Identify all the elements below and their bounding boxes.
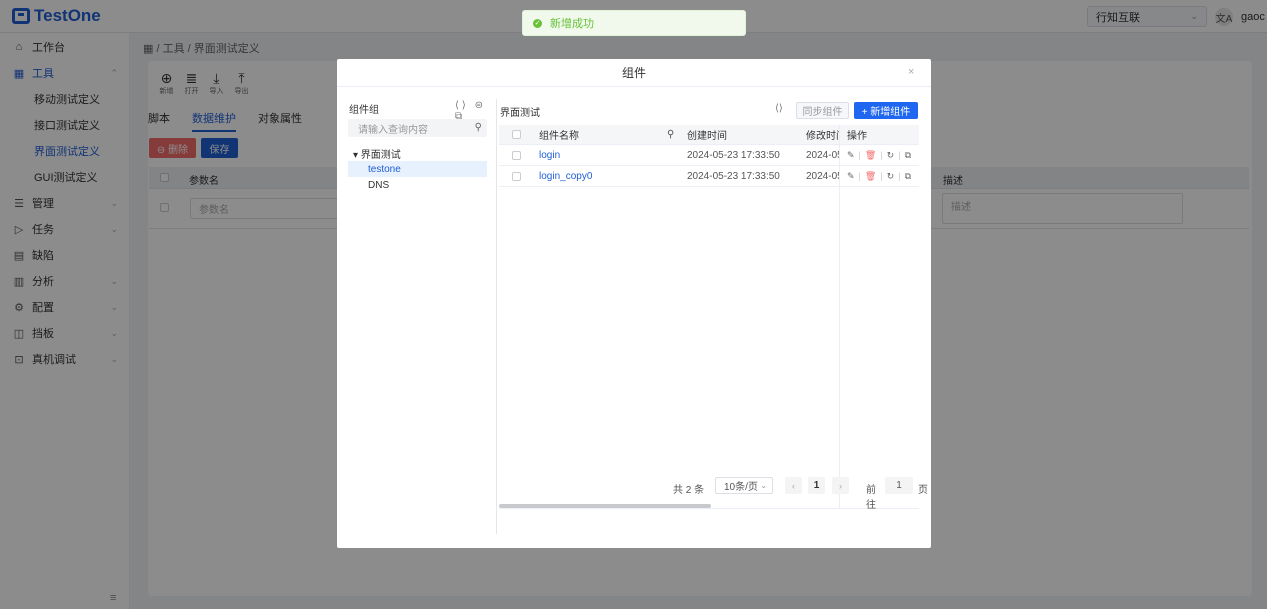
column-header-created: 创建时间: [687, 131, 727, 142]
delete-icon[interactable]: 🗑: [865, 150, 876, 161]
goto-label: 前往: [866, 485, 876, 511]
search-icon[interactable]: ⚲: [667, 125, 674, 144]
separator: |: [880, 150, 883, 160]
check-circle-icon: ✓: [533, 18, 542, 28]
row-checkbox[interactable]: [512, 145, 521, 165]
total-count: 共 2 条: [673, 485, 705, 496]
component-group-pane: 组件组 ⟨⟩ ⊜ ⧉ 请输入查询内容 ⚲ ▾ 界面测试 testone DNS: [347, 99, 497, 534]
horizontal-scrollbar[interactable]: [499, 504, 711, 508]
column-header-ops: 操作: [847, 131, 867, 142]
copy-icon[interactable]: ⧉: [905, 150, 911, 161]
page-suffix: 页: [918, 485, 928, 496]
separator: |: [858, 171, 861, 181]
component-group-title: 组件组: [349, 105, 379, 116]
component-list-pane: 界面测试 ⟨⟩ 同步组件 + 新增组件 组件名称 ⚲ 创建时间 修改时间 操作 …: [499, 99, 919, 534]
row-actions: ✎ | 🗑 | ↻ | ⧉: [847, 145, 911, 165]
component-dialog: 组件 × 组件组 ⟨⟩ ⊜ ⧉ 请输入查询内容 ⚲ ▾ 界面测试 testone…: [337, 59, 931, 548]
search-icon[interactable]: ⚲: [475, 122, 482, 133]
modified-time: 2024-05-2: [806, 149, 839, 161]
select-all-checkbox[interactable]: [512, 125, 521, 144]
column-header-modified: 修改时间: [806, 131, 840, 142]
separator: |: [898, 150, 901, 160]
tree-node-ui-test[interactable]: ▾ 界面测试: [348, 145, 487, 161]
edit-icon[interactable]: ✎: [847, 171, 855, 182]
sync-components-button[interactable]: 同步组件: [796, 102, 849, 119]
delete-icon[interactable]: 🗑: [865, 171, 876, 182]
copy-icon[interactable]: ⧉: [905, 171, 911, 182]
table-row: login_copy0 2024-05-23 17:33:50 2024-05-…: [499, 166, 919, 187]
component-table-header: 组件名称 ⚲ 创建时间 修改时间 操作: [499, 125, 919, 145]
component-list-title: 界面测试: [500, 108, 540, 119]
tree-node-testone[interactable]: testone: [348, 161, 487, 177]
next-page-button[interactable]: ›: [832, 477, 849, 494]
created-time: 2024-05-23 17:33:50: [687, 149, 780, 161]
tree-node-dns[interactable]: DNS: [348, 177, 487, 193]
code-icon[interactable]: ⟨⟩: [775, 103, 783, 114]
page-size-value: 10条/页: [724, 482, 758, 493]
success-toast: ✓ 新增成功: [522, 10, 746, 36]
separator: |: [880, 171, 883, 181]
column-header-name: 组件名称: [539, 131, 579, 142]
scrollbar-track: [499, 508, 919, 509]
prev-page-button[interactable]: ‹: [785, 477, 802, 494]
add-component-button[interactable]: + 新增组件: [854, 102, 918, 119]
goto-page-input[interactable]: 1: [885, 477, 913, 494]
chevron-down-icon: ⌄: [760, 481, 767, 490]
refresh-icon[interactable]: ↻: [887, 150, 895, 161]
row-checkbox[interactable]: [512, 166, 521, 186]
edit-icon[interactable]: ✎: [847, 150, 855, 161]
group-search-input[interactable]: 请输入查询内容 ⚲: [348, 119, 487, 137]
fixed-column-divider: [839, 125, 840, 508]
refresh-icon[interactable]: ↻: [887, 171, 895, 182]
page-1-button[interactable]: 1: [808, 477, 825, 494]
modified-time: 2024-05-2: [806, 170, 839, 182]
separator: |: [898, 171, 901, 181]
component-name-link[interactable]: login: [539, 145, 560, 165]
separator: |: [858, 150, 861, 160]
toast-message: 新增成功: [550, 18, 594, 30]
pagination: 共 2 条 10条/页 ⌄ ‹ 1 › 前往 1 页: [507, 477, 928, 511]
table-row: login 2024-05-23 17:33:50 2024-05-2 ✎ | …: [499, 145, 919, 166]
close-icon[interactable]: ×: [908, 66, 914, 78]
group-search-placeholder: 请输入查询内容: [358, 124, 428, 136]
dialog-title: 组件: [337, 59, 931, 87]
created-time: 2024-05-23 17:33:50: [687, 170, 780, 182]
row-actions: ✎ | 🗑 | ↻ | ⧉: [847, 166, 911, 186]
component-name-link[interactable]: login_copy0: [539, 166, 592, 186]
page-size-select[interactable]: 10条/页 ⌄: [715, 477, 773, 494]
